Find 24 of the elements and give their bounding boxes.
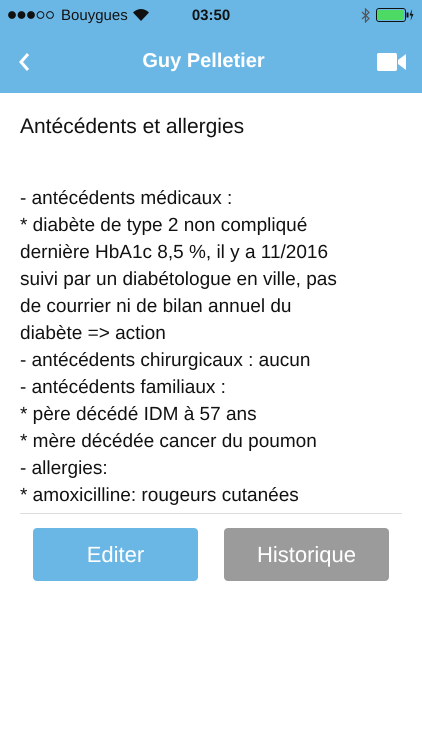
history-text-line: - allergies: <box>20 457 109 481</box>
history-button[interactable]: Historique <box>224 528 389 581</box>
edit-button[interactable]: Editer <box>33 528 198 581</box>
section-title: Antécédents et allergies <box>20 115 246 139</box>
wifi-icon <box>132 9 149 21</box>
signal-icon <box>8 11 56 19</box>
history-text-line: - antécédents chirurgicaux : aucun <box>20 349 312 373</box>
video-camera-icon[interactable] <box>377 52 406 70</box>
status-time: 03:50 <box>192 6 230 24</box>
carrier-name: Bouygues <box>61 6 128 24</box>
history-text-line: * père décédé IDM à 57 ans <box>20 403 258 427</box>
history-text-line: dernière HbA1c 8,5 %, il y a 11/2016 <box>20 241 330 265</box>
history-text-line: de courrier ni de bilan annuel du <box>20 295 292 319</box>
history-text-line: diabète => action <box>20 322 167 346</box>
history-text-line: * diabète de type 2 non compliqué <box>20 214 308 238</box>
contact-name: Guy Pelletier <box>141 50 266 73</box>
bluetooth-icon <box>361 8 370 22</box>
history-text-line: * amoxicilline: rougeurs cutanées <box>20 484 300 508</box>
history-text-line: suivi par un diabétologue en ville, pas <box>20 268 338 292</box>
history-text-line: - antécédents familiaux : <box>20 376 227 400</box>
back-icon[interactable] <box>18 52 30 72</box>
battery-icon <box>376 8 414 22</box>
history-text-line: * mère décédée cancer du poumon <box>20 430 318 454</box>
history-text-line: - antécédents médicaux : <box>20 187 234 211</box>
